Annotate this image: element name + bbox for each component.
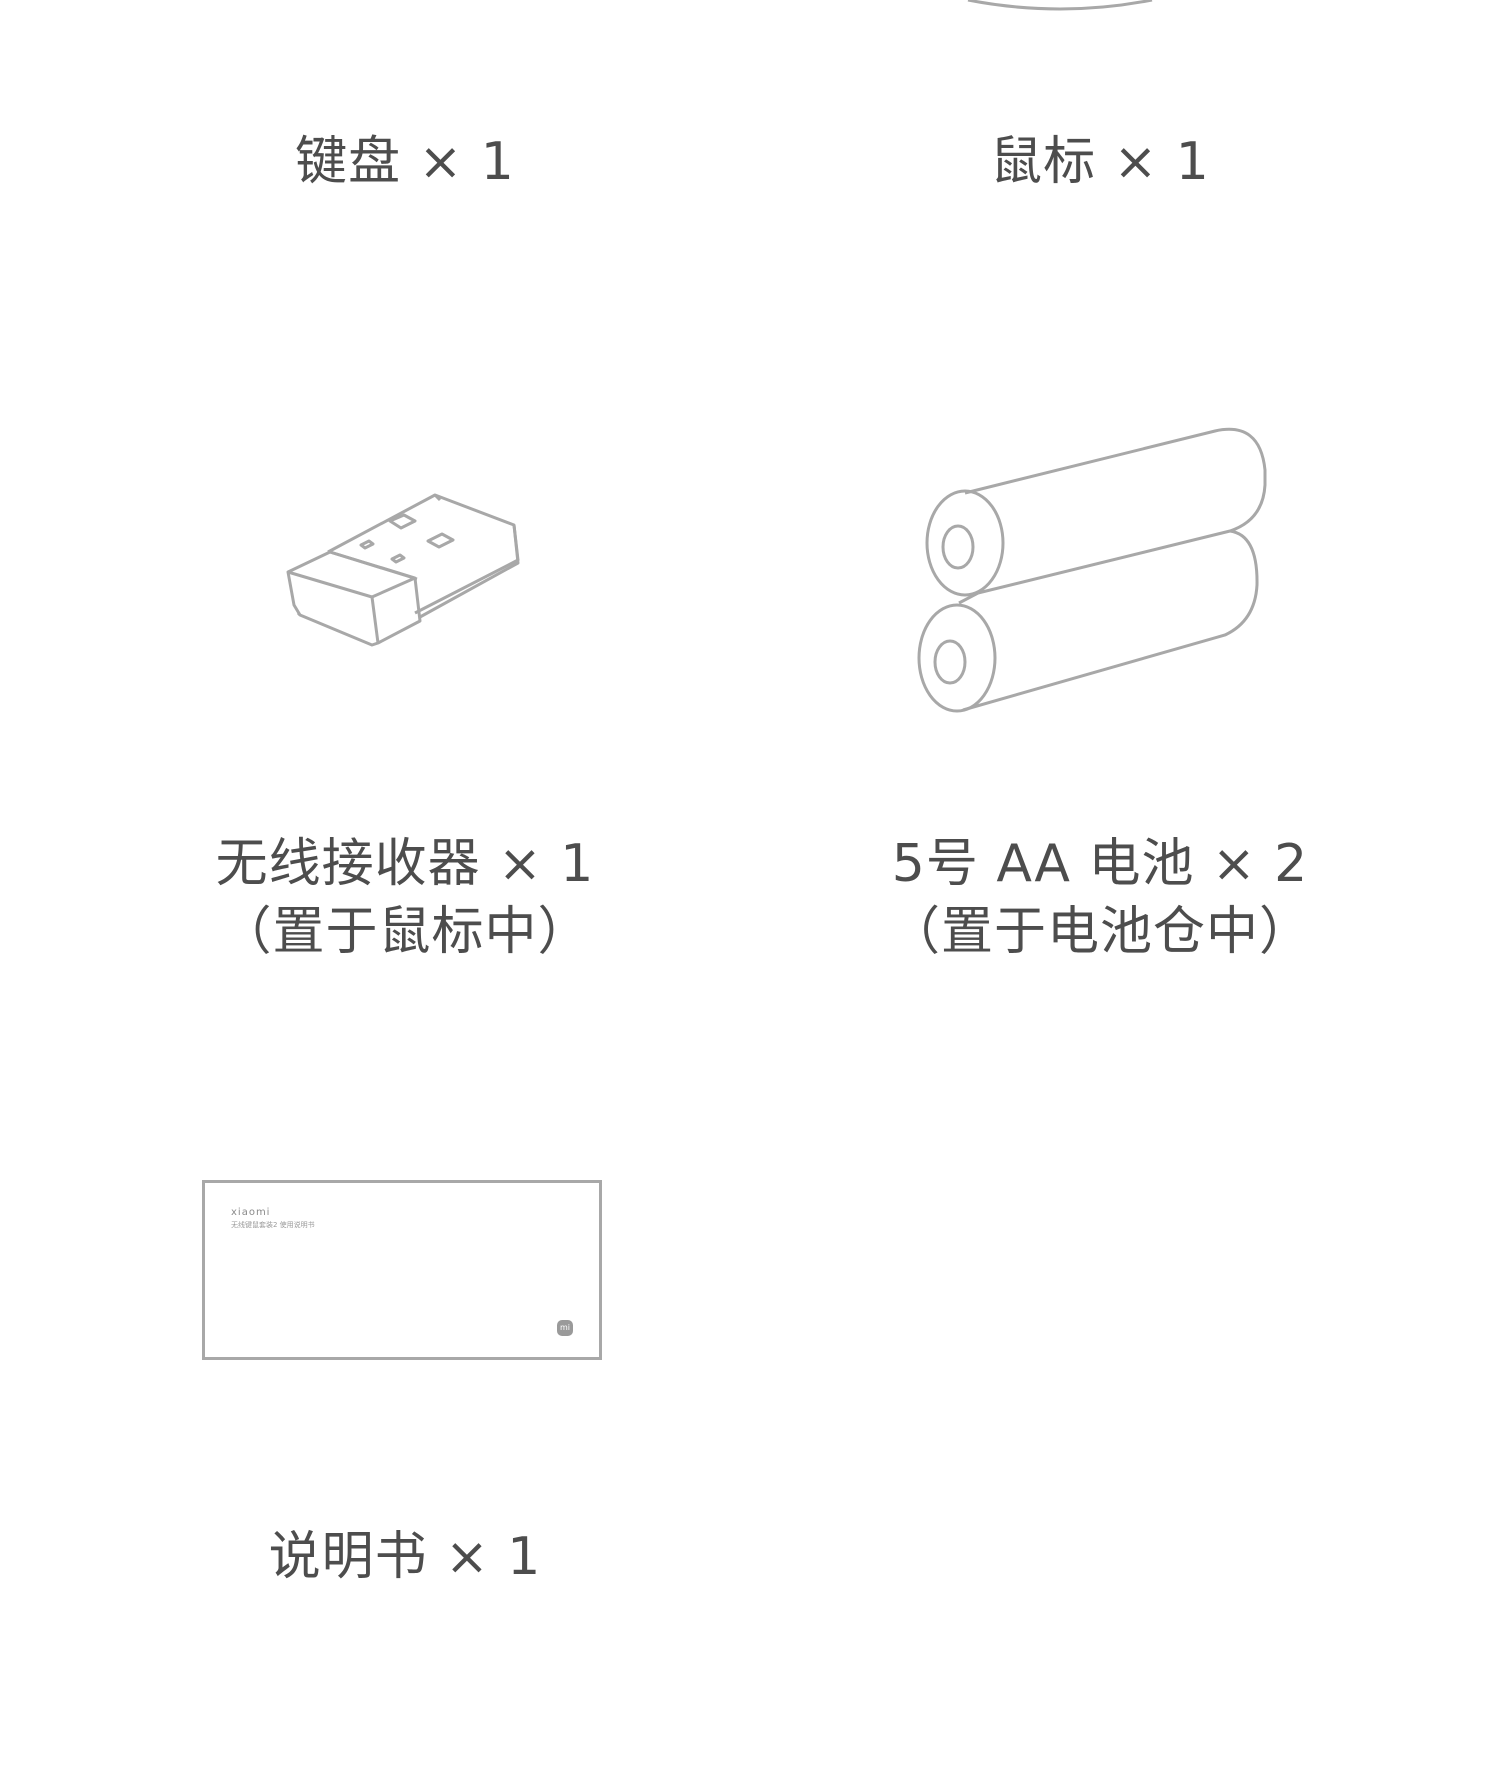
mi-logo-icon: mi: [557, 1320, 573, 1336]
keyboard-label: 键盘 × 1: [295, 132, 515, 192]
receiver-label: 无线接收器 × 1 （置于鼠标中）: [215, 834, 595, 962]
aa-batteries-illustration: [915, 425, 1275, 725]
batteries-label: 5号 AA 电池 × 2 （置于电池仓中）: [887, 834, 1312, 962]
manual-brand: xiaomi: [231, 1207, 271, 1218]
manual-label: 说明书 × 1: [268, 1527, 542, 1587]
manual-title: 无线键鼠套装2 使用说明书: [231, 1221, 315, 1229]
manual-illustration: xiaomi 无线键鼠套装2 使用说明书 mi: [202, 1180, 602, 1360]
mouse-label: 鼠标 × 1: [990, 132, 1210, 192]
mouse-illustration: [960, 0, 1160, 20]
usb-receiver-illustration: [280, 485, 530, 655]
